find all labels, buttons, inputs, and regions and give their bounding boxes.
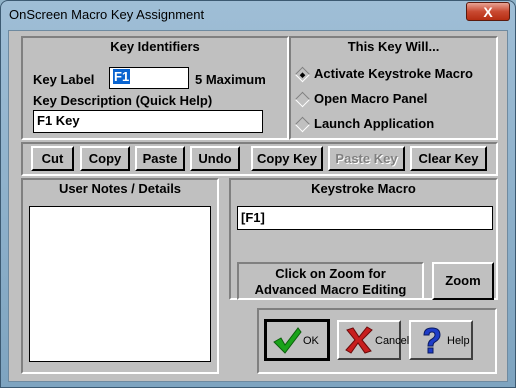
ok-button[interactable]: OK <box>264 319 330 361</box>
key-description-input[interactable]: F1 Key <box>33 110 263 133</box>
cut-button[interactable]: Cut <box>31 146 74 171</box>
key-identifiers-panel: Key Identifiers Key Label F1 5 Maximum K… <box>21 36 289 140</box>
close-button[interactable]: X <box>466 2 510 21</box>
checkmark-icon <box>273 327 302 354</box>
this-key-will-panel: This Key Will... Activate Keystroke Macr… <box>289 36 498 140</box>
window-title: OnScreen Macro Key Assignment <box>9 7 205 22</box>
cancel-button[interactable]: Cancel <box>337 320 409 360</box>
zoom-hint-line2: Advanced Macro Editing <box>254 282 407 297</box>
cancel-label: Cancel <box>375 335 410 347</box>
help-label: Help <box>447 335 470 347</box>
paste-button[interactable]: Paste <box>135 146 185 171</box>
edit-button-bar: Cut Copy Paste Undo Copy Key Paste Key C… <box>21 142 498 176</box>
title-bar[interactable]: OnScreen Macro Key Assignment X <box>1 1 515 29</box>
key-label-value: F1 <box>113 69 131 84</box>
close-icon: X <box>483 4 493 20</box>
help-button[interactable]: Help <box>409 320 473 360</box>
dialog-client-area: Key Identifiers Key Label F1 5 Maximum K… <box>8 30 508 382</box>
dialog-buttons-panel: OK Cancel Help <box>257 308 497 374</box>
radio-unselected-icon <box>294 91 311 108</box>
key-description-label: Key Description (Quick Help) <box>33 93 213 108</box>
key-label-input[interactable]: F1 <box>109 67 189 89</box>
keystroke-macro-header: Keystroke Macro <box>311 181 416 196</box>
zoom-button[interactable]: Zoom <box>432 262 494 300</box>
paste-key-button[interactable]: Paste Key <box>328 146 405 171</box>
red-x-icon <box>345 326 373 354</box>
question-mark-icon <box>423 327 441 354</box>
key-identifiers-header: Key Identifiers <box>110 39 200 54</box>
ok-label: OK <box>303 335 319 347</box>
radio-label: Launch Application <box>314 116 435 131</box>
user-notes-textarea[interactable] <box>29 206 211 362</box>
clear-key-button[interactable]: Clear Key <box>410 146 487 171</box>
user-notes-header: User Notes / Details <box>58 181 182 196</box>
key-label-label: Key Label <box>33 72 95 87</box>
keystroke-macro-panel: Keystroke Macro [F1] Click on Zoom for A… <box>229 178 498 300</box>
undo-button[interactable]: Undo <box>190 146 240 171</box>
this-key-will-header: This Key Will... <box>347 39 440 54</box>
copy-button[interactable]: Copy <box>80 146 130 171</box>
radio-label: Open Macro Panel <box>314 91 428 106</box>
zoom-hint-box: Click on Zoom for Advanced Macro Editing <box>237 262 424 300</box>
copy-key-button[interactable]: Copy Key <box>251 146 323 171</box>
zoom-hint-line1: Click on Zoom for <box>275 266 386 281</box>
radio-label: Activate Keystroke Macro <box>314 66 473 81</box>
user-notes-panel: User Notes / Details <box>21 178 219 374</box>
dialog-window: OnScreen Macro Key Assignment X Key Iden… <box>0 0 516 388</box>
max-length-label: 5 Maximum <box>195 72 266 87</box>
radio-unselected-icon <box>294 116 311 133</box>
radio-selected-icon <box>294 66 311 83</box>
keystroke-macro-input[interactable]: [F1] <box>237 206 493 230</box>
